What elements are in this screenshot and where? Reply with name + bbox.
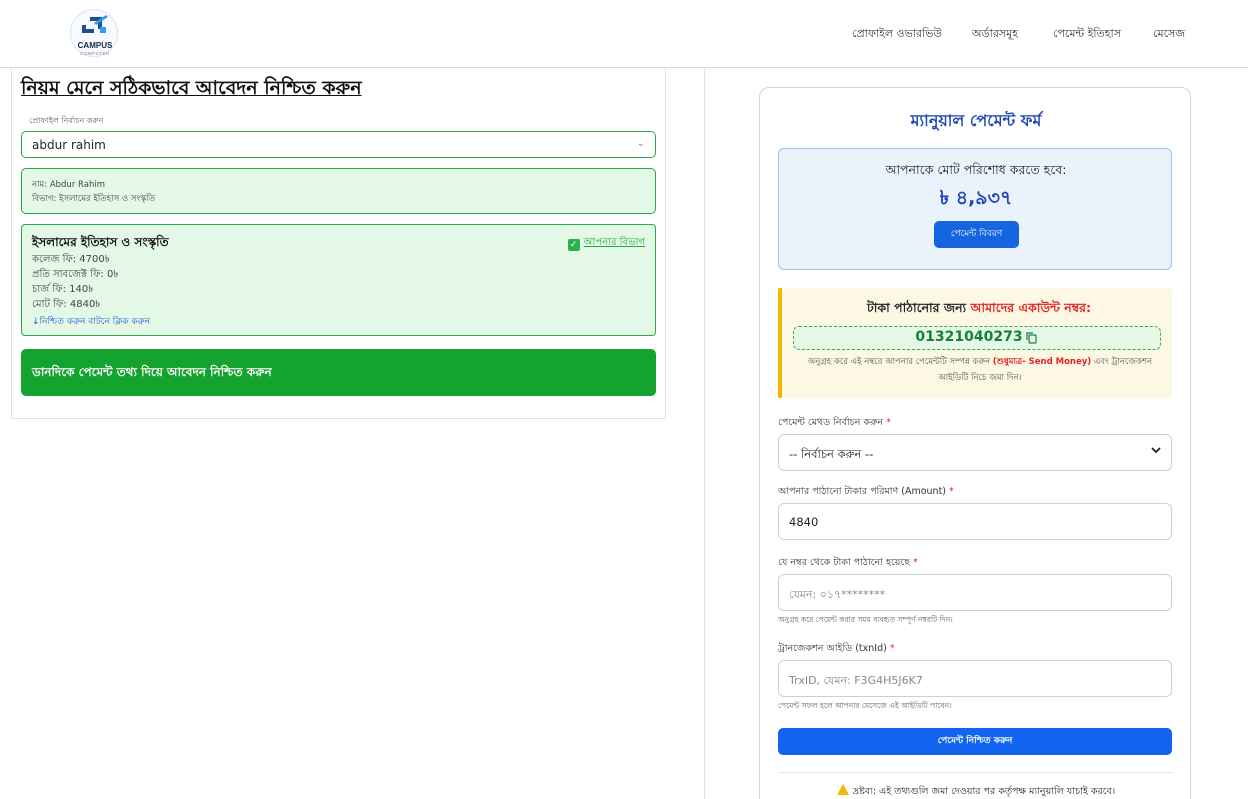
account-number: 01321040273: [915, 329, 1023, 345]
amount-label-text: আপনার পাঠানো টাকার পরিমাণ (Amount): [778, 486, 947, 497]
required-mark: *: [886, 417, 891, 428]
payment-details-button[interactable]: পেমেন্ট বিবরণ: [934, 221, 1019, 248]
txn-id-placeholder: TrxID, যেমন: F3G4H5J6K7: [789, 674, 923, 687]
txn-id-input[interactable]: TrxID, যেমন: F3G4H5J6K7: [778, 660, 1172, 697]
total-payable-amount: ৳ ৪,৯৩৭: [939, 187, 1013, 209]
verification-note-text: দ্রষ্টব্য: এই তথ্যগুলি জমা দেওয়ার পর কর…: [852, 786, 1116, 797]
total-fee: মোট ফি: 4840৳: [32, 299, 101, 310]
amount-label: আপনার পাঠানো টাকার পরিমাণ (Amount) *: [778, 485, 954, 500]
sender-number-label: যে নম্বর থেকে টাকা পাঠানো হয়েছে *: [778, 556, 918, 571]
logo-mark-icon: [82, 15, 108, 33]
profile-select[interactable]: abdur rahim ⌄: [21, 131, 656, 158]
logo-text: CAMPUS: [77, 41, 113, 50]
logo-subtext: COMPUTER: [80, 51, 110, 56]
sender-number-input[interactable]: যেমন: ০১৭********: [778, 574, 1172, 611]
required-mark: *: [889, 643, 895, 654]
nav-orders[interactable]: অর্ডারসমূহ: [972, 25, 1018, 44]
divider: [778, 772, 1172, 773]
account-note-highlight: (শুধুমাত্র- Send Money): [992, 357, 1092, 367]
payment-method-label: পেমেন্ট মেথড নির্বাচন করুন *: [778, 416, 891, 431]
payment-method-value: -- নির্বাচন করুন --: [789, 447, 874, 461]
profile-select-label: প্রোফাইল নির্বাচন করুন: [29, 116, 104, 125]
txn-id-help: পেমেন্ট সফল হলে আপনার মেসেজে এই আইডিটি প…: [778, 701, 952, 710]
chevron-down-icon: ⌄: [636, 138, 645, 149]
payment-column: ম্যানুয়াল পেমেন্ট ফর্ম আপনাকে মোট পরিশো…: [704, 68, 1248, 799]
total-payable-label: আপনাকে মোট পরিশোধ করতে হবে:: [885, 162, 1067, 177]
confirm-payment-button[interactable]: পেমেন্ট নিশ্চিত করুন: [778, 728, 1172, 755]
profile-select-value: abdur rahim: [32, 138, 106, 152]
your-department-badge: ✓ আপনার বিভাগ: [567, 235, 645, 252]
profile-name: নাম: Abdur Rahim: [32, 180, 105, 190]
payment-method-label-text: পেমেন্ট মেথড নির্বাচন করুন: [778, 417, 884, 428]
sender-number-label-text: যে নম্বর থেকে টাকা পাঠানো হয়েছে: [778, 557, 910, 568]
account-note: অনুগ্রহ করে এই নম্বরে আপনার পেমেন্টটি সম…: [792, 354, 1168, 386]
instruction-banner-text: ডানদিকে পেমেন্ট তথ্য দিয়ে আবেদন নিশ্চিত…: [32, 365, 272, 379]
warning-icon: [836, 784, 849, 795]
profile-department: বিভাগ: ইসলামের ইতিহাস ও সংস্কৃতি: [32, 194, 156, 204]
sender-number-help: অনুগ্রহ করে পেমেন্ট করার সময় ব্যবহৃত সম…: [778, 615, 953, 624]
nav-payment-history[interactable]: পেমেন্ট ইতিহাস: [1053, 25, 1121, 44]
account-note-prefix: অনুগ্রহ করে এই নম্বরে আপনার পেমেন্টটি সম…: [807, 357, 993, 367]
payment-method-select[interactable]: -- নির্বাচন করুন --: [778, 434, 1172, 471]
instruction-banner: ডানদিকে পেমেন্ট তথ্য দিয়ে আবেদন নিশ্চিত…: [21, 349, 656, 396]
checkbox-checked-icon: ✓: [567, 239, 580, 251]
account-title-highlight: আমাদের একাউন্ট নম্বর:: [970, 300, 1091, 315]
copy-icon[interactable]: [1026, 332, 1037, 344]
amount-value: 4840: [789, 515, 819, 529]
your-department-label: আপনার বিভাগ: [583, 237, 645, 248]
total-payable-box: আপনাকে মোট পরিশোধ করতে হবে: ৳ ৪,৯৩৭ পেমে…: [778, 148, 1172, 270]
form-title: ম্যানুয়াল পেমেন্ট ফর্ম: [910, 111, 1042, 130]
verification-note: দ্রষ্টব্য: এই তথ্যগুলি জমা দেওয়ার পর কর…: [760, 784, 1192, 799]
account-title-prefix: টাকা পাঠানোর জন্য: [867, 300, 971, 315]
top-navbar: CAMPUS COMPUTER প্রোফাইল ওভারভিউ অর্ডারস…: [0, 0, 1248, 68]
department-title: ইসলামের ইতিহাস ও সংস্কৃতি: [32, 235, 169, 249]
required-mark: *: [913, 557, 918, 568]
required-mark: *: [949, 486, 954, 497]
account-number-field[interactable]: 01321040273: [793, 326, 1161, 350]
amount-input[interactable]: 4840: [778, 503, 1172, 540]
manual-payment-form: ম্যানুয়াল পেমেন্ট ফর্ম আপনাকে মোট পরিশো…: [759, 87, 1191, 799]
nav-messages[interactable]: মেসেজ: [1153, 25, 1185, 44]
profile-info-box: নাম: Abdur Rahim বিভাগ: ইসলামের ইতিহাস ও…: [21, 168, 656, 214]
account-number-box: টাকা পাঠানোর জন্য আমাদের একাউন্ট নম্বর: …: [778, 288, 1172, 398]
txn-id-label: ট্রানজেকশন আইডি (txnId) *: [778, 642, 895, 657]
department-fee-card[interactable]: ইসলামের ইতিহাস ও সংস্কৃতি ✓ আপনার বিভাগ ক…: [21, 224, 656, 336]
sender-number-placeholder: যেমন: ০১৭********: [789, 588, 886, 601]
txn-id-label-text: ট্রানজেকশন আইডি (txnId): [778, 643, 887, 654]
site-logo[interactable]: CAMPUS COMPUTER: [64, 9, 126, 59]
application-panel: নিয়ম মেনে সঠিকভাবে আবেদন নিশ্চিত করুন প…: [11, 68, 666, 419]
account-title: টাকা পাঠানোর জন্য আমাদের একাউন্ট নম্বর:: [782, 300, 1176, 320]
chevron-down-icon: [1151, 447, 1161, 454]
confirm-hint: ↓নিশ্চিত করুন বাটনে ক্লিক করুন: [32, 317, 150, 327]
page-title: নিয়ম মেনে সঠিকভাবে আবেদন নিশ্চিত করুন: [21, 77, 362, 99]
nav-profile-overview[interactable]: প্রোফাইল ওভারভিউ: [852, 25, 942, 44]
